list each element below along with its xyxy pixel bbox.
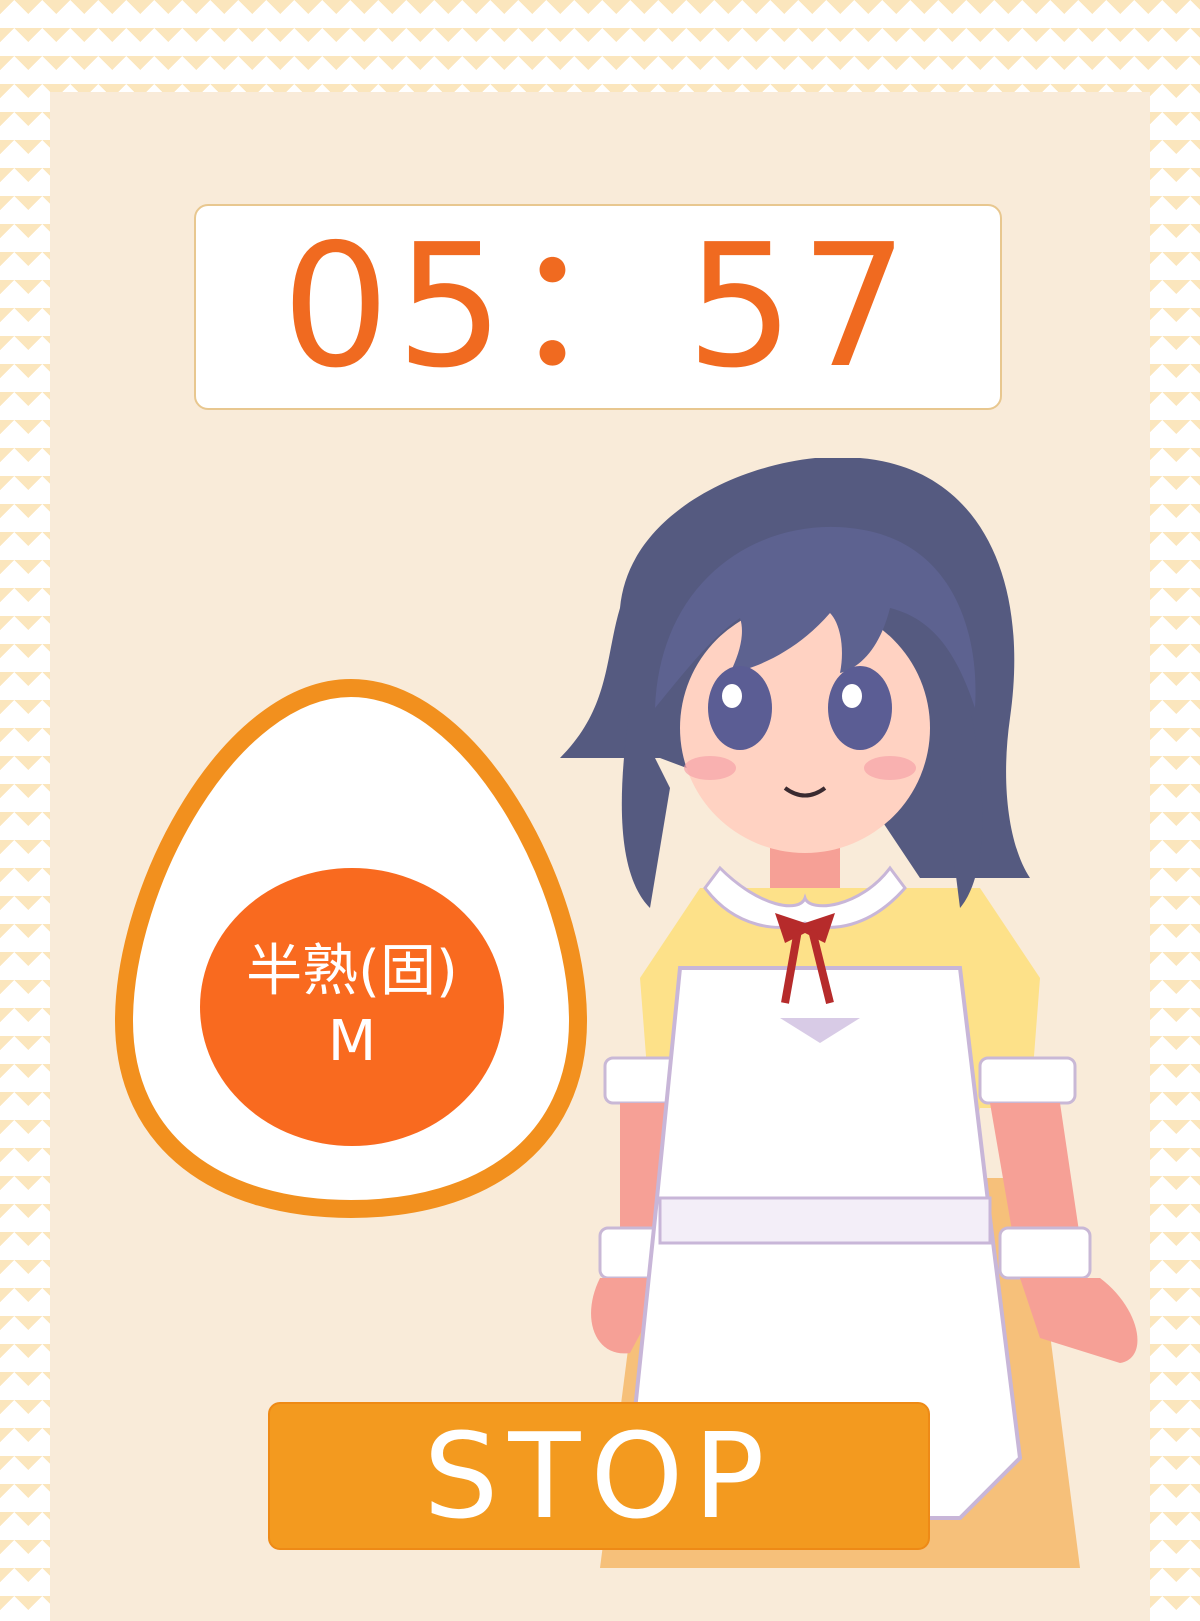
stop-button[interactable]: STOP bbox=[268, 1402, 930, 1550]
egg-type-badge[interactable]: 半熟(固) M bbox=[200, 868, 504, 1146]
timer-text: 05：57 bbox=[281, 208, 915, 406]
egg-doneness-label: 半熟(固) bbox=[246, 939, 458, 1004]
egg-size-label: M bbox=[327, 1009, 377, 1074]
timer-display: 05：57 bbox=[194, 204, 1002, 410]
